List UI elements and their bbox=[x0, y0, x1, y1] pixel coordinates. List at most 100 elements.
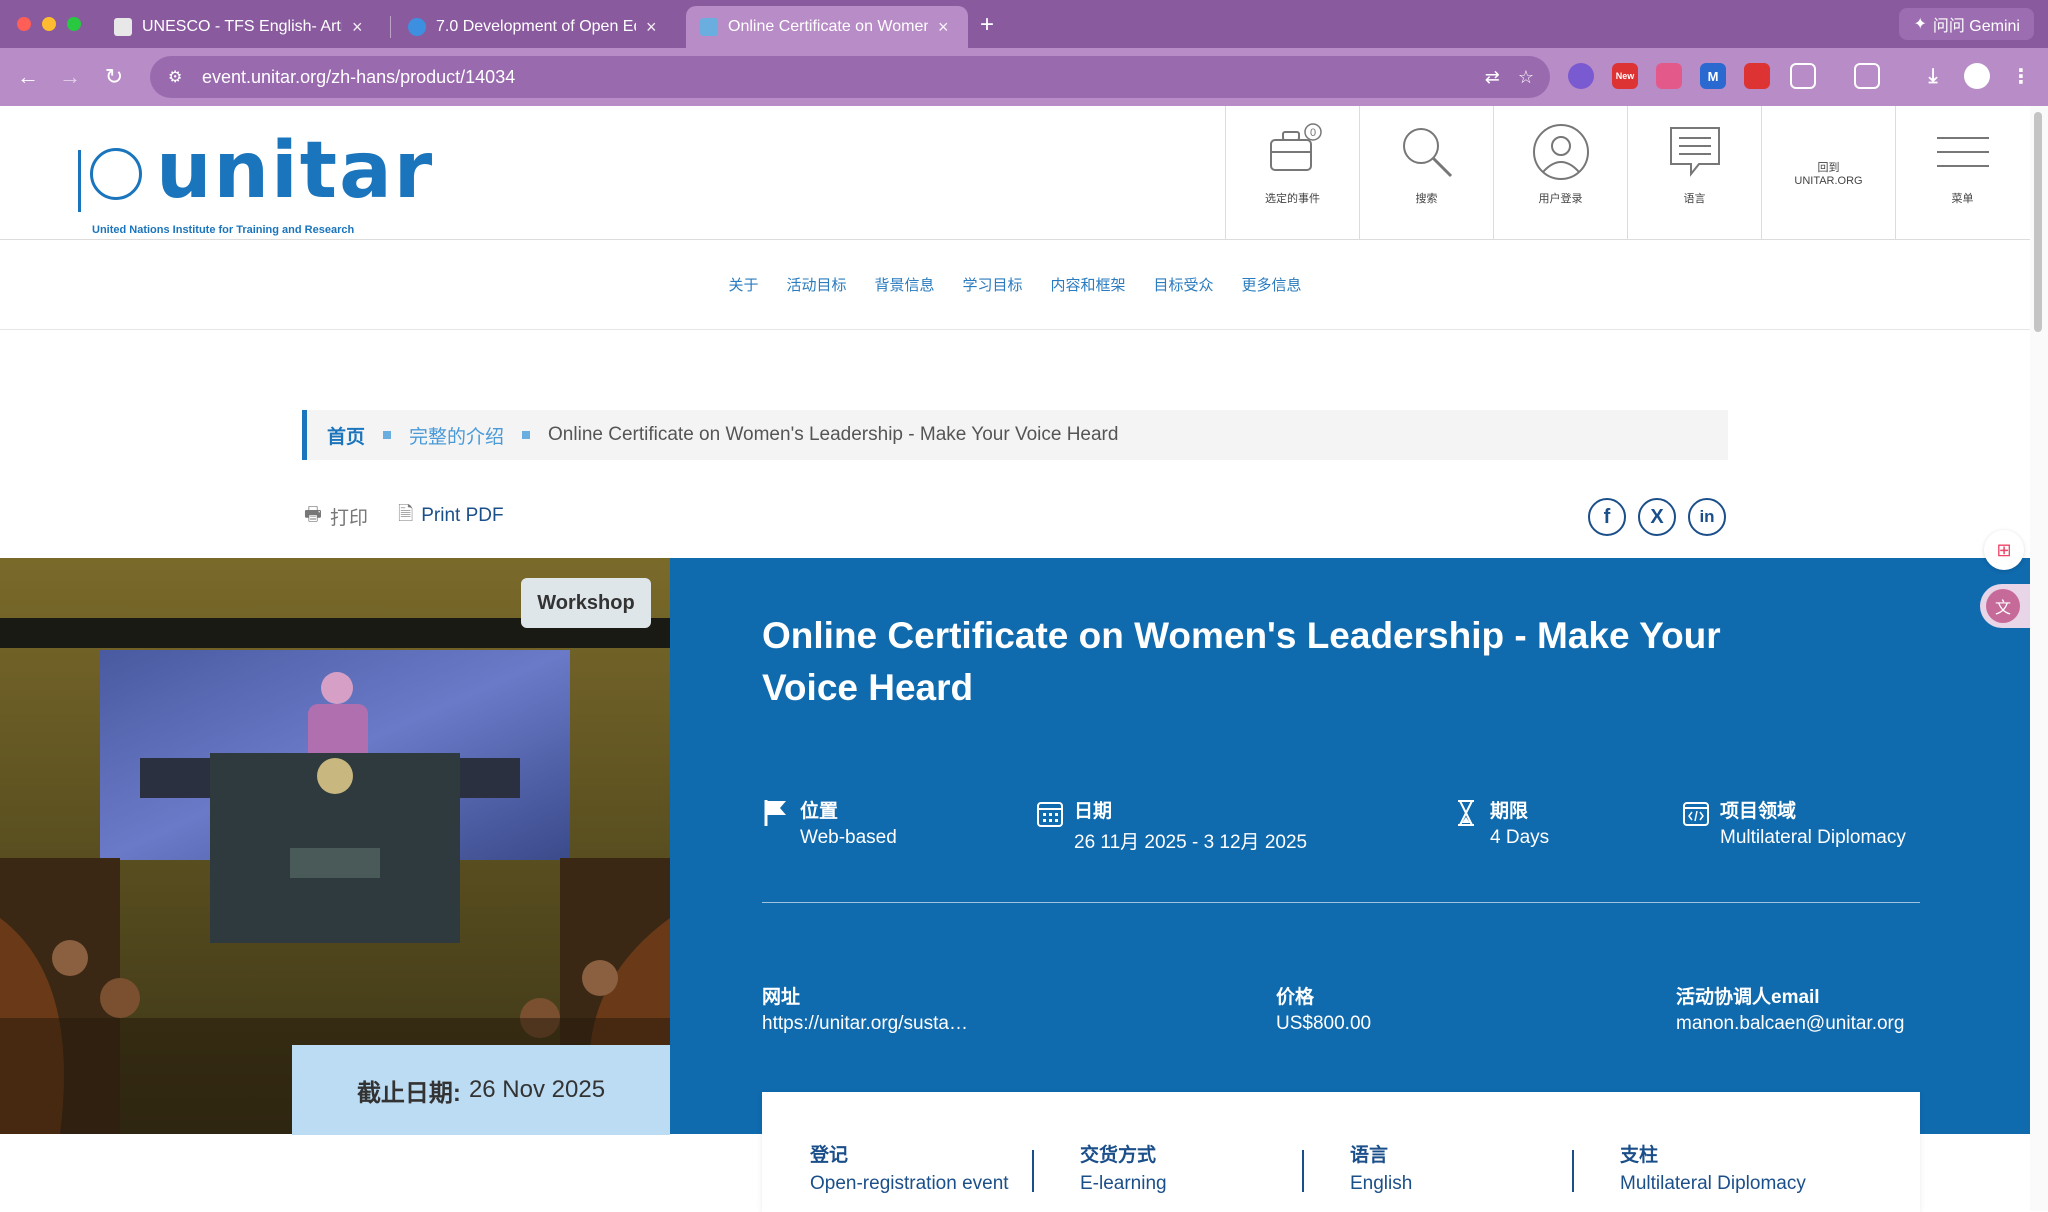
coordinator-email[interactable]: manon.balcaen@unitar.org bbox=[1676, 1013, 1904, 1035]
button-label: 语言 bbox=[1683, 193, 1706, 205]
gemini-label: 问问 Gemini bbox=[1932, 18, 2020, 35]
print-button[interactable]: 🖶 打印 bbox=[304, 500, 368, 532]
deadline-value: 26 Nov 2025 bbox=[468, 1076, 606, 1103]
search-tabs-icon[interactable] bbox=[1854, 63, 1880, 89]
info-separator bbox=[1302, 1150, 1304, 1192]
new-tab-button[interactable]: + bbox=[980, 11, 994, 39]
hourglass-icon bbox=[1458, 800, 1474, 826]
info-key: 登记 bbox=[810, 1145, 849, 1166]
meta-key: 日期 bbox=[1074, 801, 1113, 822]
menu-button[interactable]: 菜单 bbox=[1895, 106, 2029, 240]
breadcrumb-home[interactable]: 首页 bbox=[327, 422, 365, 449]
svg-text:0: 0 bbox=[1309, 127, 1315, 139]
floating-translate-button[interactable]: 文 bbox=[1980, 584, 2030, 628]
close-tab-icon[interactable]: × bbox=[352, 17, 363, 38]
deadline-box: 截止日期: 26 Nov 2025 bbox=[292, 1045, 670, 1135]
briefcase-icon: 0 bbox=[1269, 123, 1322, 171]
more-menu-icon[interactable]: ⋮ bbox=[2008, 63, 2034, 89]
breadcrumb-catalog[interactable]: 完整的介绍 bbox=[409, 422, 504, 449]
linkedin-icon[interactable]: in bbox=[1688, 498, 1726, 536]
website-link[interactable]: https://unitar.org/susta… bbox=[762, 1013, 968, 1034]
subnav-about[interactable]: 关于 bbox=[728, 274, 758, 295]
subnav-background[interactable]: 背景信息 bbox=[874, 274, 934, 295]
download-icon[interactable]: ⤓ bbox=[1920, 63, 1946, 89]
forward-icon[interactable]: → bbox=[54, 61, 86, 93]
extension-new-icon[interactable]: New bbox=[1612, 63, 1638, 89]
translate-icon: 文 bbox=[1986, 589, 2020, 623]
user-icon bbox=[1532, 124, 1589, 180]
subnav-more-info[interactable]: 更多信息 bbox=[1242, 274, 1302, 295]
close-window-button[interactable] bbox=[17, 17, 31, 31]
translate-icon[interactable]: ⇄ bbox=[1485, 67, 1500, 88]
scrollbar-thumb[interactable] bbox=[2034, 112, 2042, 332]
extension-icon[interactable] bbox=[1656, 63, 1682, 89]
site-info-icon[interactable]: ⚙ bbox=[168, 67, 188, 87]
meta-value: 4 Days bbox=[1490, 827, 1550, 848]
sparkle-icon: ✦ bbox=[1913, 16, 1927, 33]
search-button[interactable]: 搜索 bbox=[1359, 106, 1493, 240]
subnav-learning-objectives[interactable]: 学习目标 bbox=[962, 274, 1022, 295]
url-text[interactable]: event.unitar.org/zh-hans/product/14034 bbox=[202, 67, 515, 88]
subnav-objectives[interactable]: 活动目标 bbox=[786, 274, 846, 295]
tab-open-education[interactable]: 7.0 Development of Open Edu × bbox=[394, 6, 671, 48]
subnav-audience[interactable]: 目标受众 bbox=[1154, 274, 1214, 295]
button-label: 选定的事件 bbox=[1265, 193, 1320, 205]
event-title: Online Certificate on Women's Leadership… bbox=[762, 615, 1721, 708]
meta-key: 位置 bbox=[800, 801, 839, 822]
page-scrollbar[interactable] bbox=[2030, 106, 2048, 1211]
social-share: f X in bbox=[1588, 498, 1726, 536]
meta-key: 期限 bbox=[1490, 801, 1529, 822]
gemini-button[interactable]: ✦ 问问 Gemini bbox=[1899, 8, 2034, 40]
info-key: 支柱 bbox=[1620, 1145, 1659, 1166]
button-label: 用户登录 bbox=[1538, 193, 1583, 205]
site-header: unitar United Nations Institute for Trai… bbox=[0, 106, 2030, 240]
button-label-top: 回到 bbox=[1817, 162, 1840, 174]
print-pdf-button[interactable]: 🗎 Print PDF bbox=[398, 500, 504, 532]
selected-events-button[interactable]: 0 选定的事件 bbox=[1225, 106, 1359, 240]
printer-icon: 🖶 bbox=[304, 504, 322, 525]
tab-title: 7.0 Development of Open Edu bbox=[436, 18, 636, 35]
maximize-window-button[interactable] bbox=[67, 17, 81, 31]
logo-wordmark: unitar bbox=[156, 126, 435, 216]
tab-title: UNESCO - TFS English- Artifi bbox=[142, 18, 342, 35]
address-bar[interactable]: ⚙ event.unitar.org/zh-hans/product/14034… bbox=[150, 56, 1550, 98]
meta-key: 活动协调人email bbox=[1676, 987, 1820, 1008]
back-icon[interactable]: ← bbox=[12, 61, 44, 93]
pdf-icon: 🗎 bbox=[397, 504, 414, 525]
globe-favicon-icon bbox=[408, 18, 426, 36]
info-value: E-learning bbox=[1080, 1173, 1167, 1194]
reload-icon[interactable]: ↻ bbox=[98, 61, 130, 93]
extension-m-icon[interactable]: M bbox=[1700, 63, 1726, 89]
tab-unesco[interactable]: UNESCO - TFS English- Artifi × bbox=[100, 6, 377, 48]
close-tab-icon[interactable]: × bbox=[646, 17, 657, 38]
unesco-favicon-icon bbox=[114, 18, 132, 36]
user-login-button[interactable]: 用户登录 bbox=[1493, 106, 1627, 240]
close-tab-icon[interactable]: × bbox=[938, 17, 949, 38]
logo-tagline: United Nations Institute for Training an… bbox=[92, 224, 355, 236]
subnav-content[interactable]: 内容和框架 bbox=[1051, 274, 1126, 295]
info-delivery: 交货方式 E-learning bbox=[1080, 1140, 1167, 1195]
info-separator bbox=[1032, 1150, 1034, 1192]
back-to-unitar-button[interactable]: 回到 UNITAR.ORG bbox=[1761, 106, 1895, 240]
minimize-window-button[interactable] bbox=[42, 17, 56, 31]
tab-divider bbox=[390, 16, 391, 38]
extension-icon[interactable] bbox=[1744, 63, 1770, 89]
info-value: English bbox=[1350, 1173, 1413, 1194]
unitar-logo[interactable]: unitar United Nations Institute for Trai… bbox=[78, 126, 432, 236]
bookmark-star-icon[interactable]: ☆ bbox=[1518, 67, 1534, 88]
extension-icon[interactable] bbox=[1568, 63, 1594, 89]
pdf-label: Print PDF bbox=[421, 505, 504, 526]
extensions-puzzle-icon[interactable] bbox=[1790, 63, 1816, 89]
event-info-card: 登记 Open-registration event 交货方式 E-learni… bbox=[762, 1092, 1920, 1212]
language-button[interactable]: 语言 bbox=[1627, 106, 1761, 240]
unitar-favicon-icon bbox=[700, 18, 718, 36]
meta-programme-area: 项目领域 Multilateral Diplomacy bbox=[1682, 796, 1906, 849]
floating-apps-icon[interactable]: ⊞ bbox=[1984, 530, 2024, 570]
x-twitter-icon[interactable]: X bbox=[1638, 498, 1676, 536]
profile-avatar-icon[interactable] bbox=[1964, 63, 1990, 89]
code-window-icon bbox=[1683, 802, 1709, 826]
tab-online-certificate[interactable]: Online Certificate on Women' × bbox=[686, 6, 968, 48]
facebook-icon[interactable]: f bbox=[1588, 498, 1626, 536]
meta-key: 网址 bbox=[762, 987, 801, 1008]
deadline-label: 截止日期: bbox=[356, 1079, 461, 1107]
